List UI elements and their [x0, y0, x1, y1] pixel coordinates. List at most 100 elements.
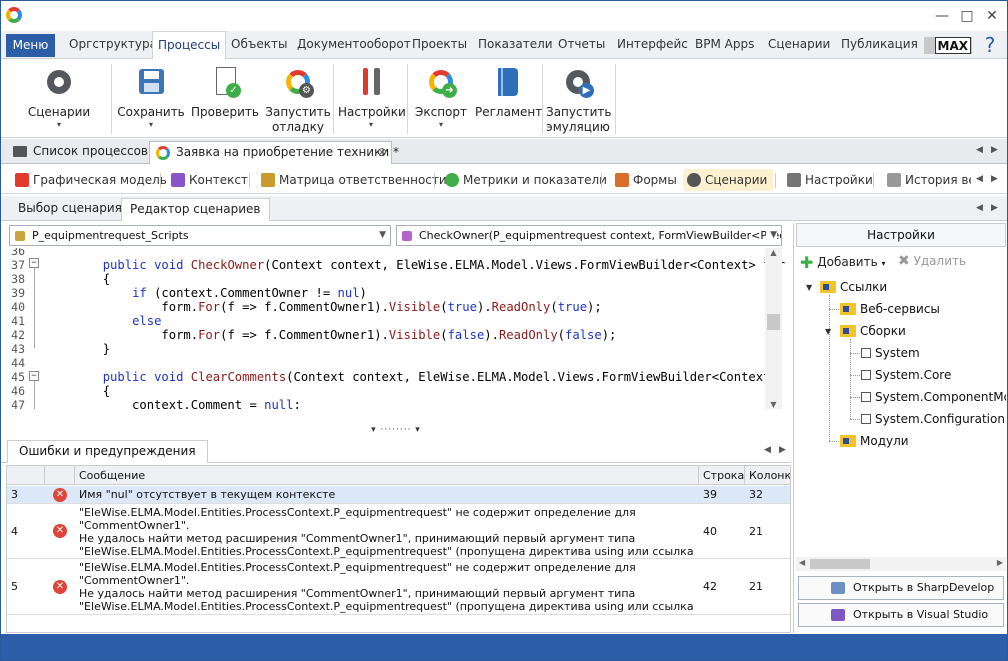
tab-equipment-request[interactable]: Заявка на приобретение техники * ⊗	[149, 141, 399, 164]
scroll-up-icon[interactable]: ▲	[765, 248, 782, 257]
tree-node-label: System	[875, 346, 920, 360]
col-header-message[interactable]: Сообщение	[75, 466, 699, 485]
tree-node-modules[interactable]: Модули	[840, 433, 909, 449]
menu-tab-objects[interactable]: Объекты	[231, 36, 287, 56]
class-selector[interactable]: P_equipmentrequest_Scripts ▼	[9, 225, 391, 246]
menu-tab-scenarios[interactable]: Сценарии	[768, 36, 830, 56]
tab-scenario-editor[interactable]: Редактор сценариев	[121, 198, 270, 221]
scroll-right-icon[interactable]: ▶	[779, 445, 786, 455]
run-emulation-button[interactable]: ▶ Запустить эмуляцию	[546, 63, 611, 135]
run-debug-button[interactable]: ⚙ Запустить отладку	[263, 63, 333, 135]
table-row[interactable]: 4 ✕ "EleWise.ELMA.Model.Entities.Process…	[7, 504, 790, 559]
tree-line	[850, 353, 860, 354]
fold-toggle-icon[interactable]: −	[29, 258, 39, 268]
scroll-right-icon[interactable]: ▶	[991, 203, 998, 213]
subtab-settings[interactable]: Настройки	[783, 169, 873, 191]
menu-tab-interface[interactable]: Интерфейс	[617, 36, 688, 56]
scenarios-ribbon-button[interactable]: Сценарии ▾	[23, 63, 95, 135]
folder-icon	[820, 281, 836, 293]
method-selector[interactable]: CheckOwner(P_equipmentrequest context, F…	[396, 225, 782, 246]
code-editor[interactable]: − − 36 37 public void CheckOwner(Context …	[1, 248, 785, 409]
chevron-down-icon: ▾	[148, 120, 153, 129]
help-icon[interactable]: ?	[979, 33, 1001, 57]
menu-tab-orgstructure[interactable]: Оргструктура	[69, 36, 157, 56]
scroll-left-icon[interactable]: ◀	[976, 174, 983, 184]
scroll-down-icon[interactable]: ▼	[765, 400, 782, 409]
tree-node-web-services[interactable]: Веб-сервисы	[840, 301, 940, 317]
export-button[interactable]: ➜ Экспорт ▾	[411, 63, 471, 135]
menu-tab-publication[interactable]: Публикация	[841, 36, 918, 56]
tree-line	[829, 295, 830, 441]
tree-collapse-icon[interactable]: ▼	[825, 327, 831, 336]
scroll-right-icon[interactable]: ▶	[991, 174, 998, 184]
subtab-scenarios[interactable]: Сценарии	[683, 169, 774, 191]
col-header-num[interactable]	[7, 466, 45, 485]
open-visual-studio-button[interactable]: Открыть в Visual Studio	[798, 603, 1004, 627]
save-button[interactable]: Сохранить ▾	[117, 63, 185, 135]
subtab-metrics[interactable]: Метрики и показатели	[441, 169, 607, 191]
table-row[interactable]: 5 ✕ "EleWise.ELMA.Model.Entities.Process…	[7, 559, 790, 615]
delete-button[interactable]: ✖ Удалить	[898, 253, 966, 269]
tree-node-system-configuration[interactable]: System.Configuration	[861, 411, 1005, 427]
col-header-column[interactable]: Колонка	[745, 466, 790, 485]
check-button[interactable]: ✓ Проверить	[191, 63, 259, 135]
checkbox[interactable]	[861, 414, 871, 424]
settings-ribbon-button[interactable]: Настройки ▾	[338, 63, 406, 135]
editor-vertical-scrollbar[interactable]: ▲ ▼	[765, 248, 782, 409]
menu-tab-processes[interactable]: Процессы	[152, 31, 227, 59]
scroll-left-icon[interactable]: ◀	[764, 445, 771, 455]
scroll-right-icon[interactable]: ▶	[991, 145, 998, 155]
tree-node-system-core[interactable]: System.Core	[861, 367, 951, 383]
tab-select-scenario[interactable]: Выбор сценария	[10, 198, 130, 221]
menu-tab-indicators[interactable]: Показатели	[478, 36, 553, 56]
regulation-button[interactable]: Регламент	[475, 63, 542, 135]
panel-splitter[interactable]: ▾ ········ ▾	[1, 426, 791, 435]
checkbox[interactable]	[861, 370, 871, 380]
editor-horizontal-scrollbar[interactable]	[1, 410, 785, 426]
menu-tab-docflow[interactable]: Документооборот	[297, 36, 411, 56]
references-panel: Настройки ✚ Добавить ▾ ✖ Удалить ▼ Ссылк…	[793, 223, 1007, 633]
main-menubar: Меню Оргструктура Процессы Объекты Докум…	[1, 31, 1007, 59]
tree-node-links[interactable]: Ссылки	[820, 279, 887, 295]
main-menu-button[interactable]: Меню	[6, 34, 55, 57]
fold-toggle-icon[interactable]: −	[29, 371, 39, 381]
tree-collapse-icon[interactable]: ▼	[806, 283, 812, 292]
scroll-left-icon[interactable]: ◀	[976, 203, 983, 213]
minimize-button[interactable]: —	[929, 5, 955, 27]
scroll-left-icon[interactable]: ◀	[976, 145, 983, 155]
tab-process-list-label: Список процессов	[33, 144, 148, 158]
scroll-right-icon[interactable]: ▶	[997, 558, 1003, 567]
table-row[interactable]: 3 ✕ Имя "nul" отсутствует в текущем конт…	[7, 486, 790, 504]
checkbox[interactable]	[861, 392, 871, 402]
menu-tab-reports[interactable]: Отчеты	[558, 36, 605, 56]
subtab-forms[interactable]: Формы	[611, 169, 677, 191]
col-header-icon[interactable]	[45, 466, 75, 485]
tree-node-system[interactable]: System	[861, 345, 920, 361]
add-button[interactable]: ✚ Добавить ▾	[800, 253, 885, 272]
sharpdevelop-icon	[831, 582, 845, 594]
scroll-thumb[interactable]	[767, 314, 780, 330]
tab-process-list[interactable]: Список процессов	[7, 141, 148, 164]
col-header-line[interactable]: Строка	[699, 466, 745, 485]
subtab-history[interactable]: История ве	[883, 169, 971, 191]
app-window: — □ ✕ Меню Оргструктура Процессы Объекты…	[0, 0, 1008, 661]
close-button[interactable]: ✕	[979, 5, 1005, 27]
scroll-left-icon[interactable]: ◀	[799, 558, 805, 567]
subtab-responsibility-matrix[interactable]: Матрица ответственности	[257, 169, 447, 191]
gear-play-icon: ▶	[561, 65, 595, 99]
subtab-graphic-model[interactable]: Графическая модель	[11, 169, 167, 191]
menu-tab-bpm-apps[interactable]: BPM Apps	[695, 36, 754, 56]
tab-errors-warnings[interactable]: Ошибки и предупреждения	[7, 440, 208, 463]
open-sharpdevelop-button[interactable]: Открыть в SharpDevelop	[798, 576, 1004, 600]
tree-node-assemblies[interactable]: Сборки	[840, 323, 906, 339]
close-tab-icon[interactable]: ⊗	[377, 142, 387, 163]
tree-horizontal-scrollbar[interactable]: ◀ ▶	[796, 557, 1006, 571]
line-number: 46	[11, 384, 25, 398]
checkbox[interactable]	[861, 348, 871, 358]
gear-icon	[42, 65, 76, 99]
maximize-button[interactable]: □	[954, 5, 980, 27]
menu-tab-projects[interactable]: Проекты	[412, 36, 467, 56]
tree-node-system-componentmodel[interactable]: System.ComponentModel	[861, 389, 1006, 405]
scroll-thumb[interactable]	[810, 559, 870, 569]
subtab-context[interactable]: Контекст	[167, 169, 248, 191]
